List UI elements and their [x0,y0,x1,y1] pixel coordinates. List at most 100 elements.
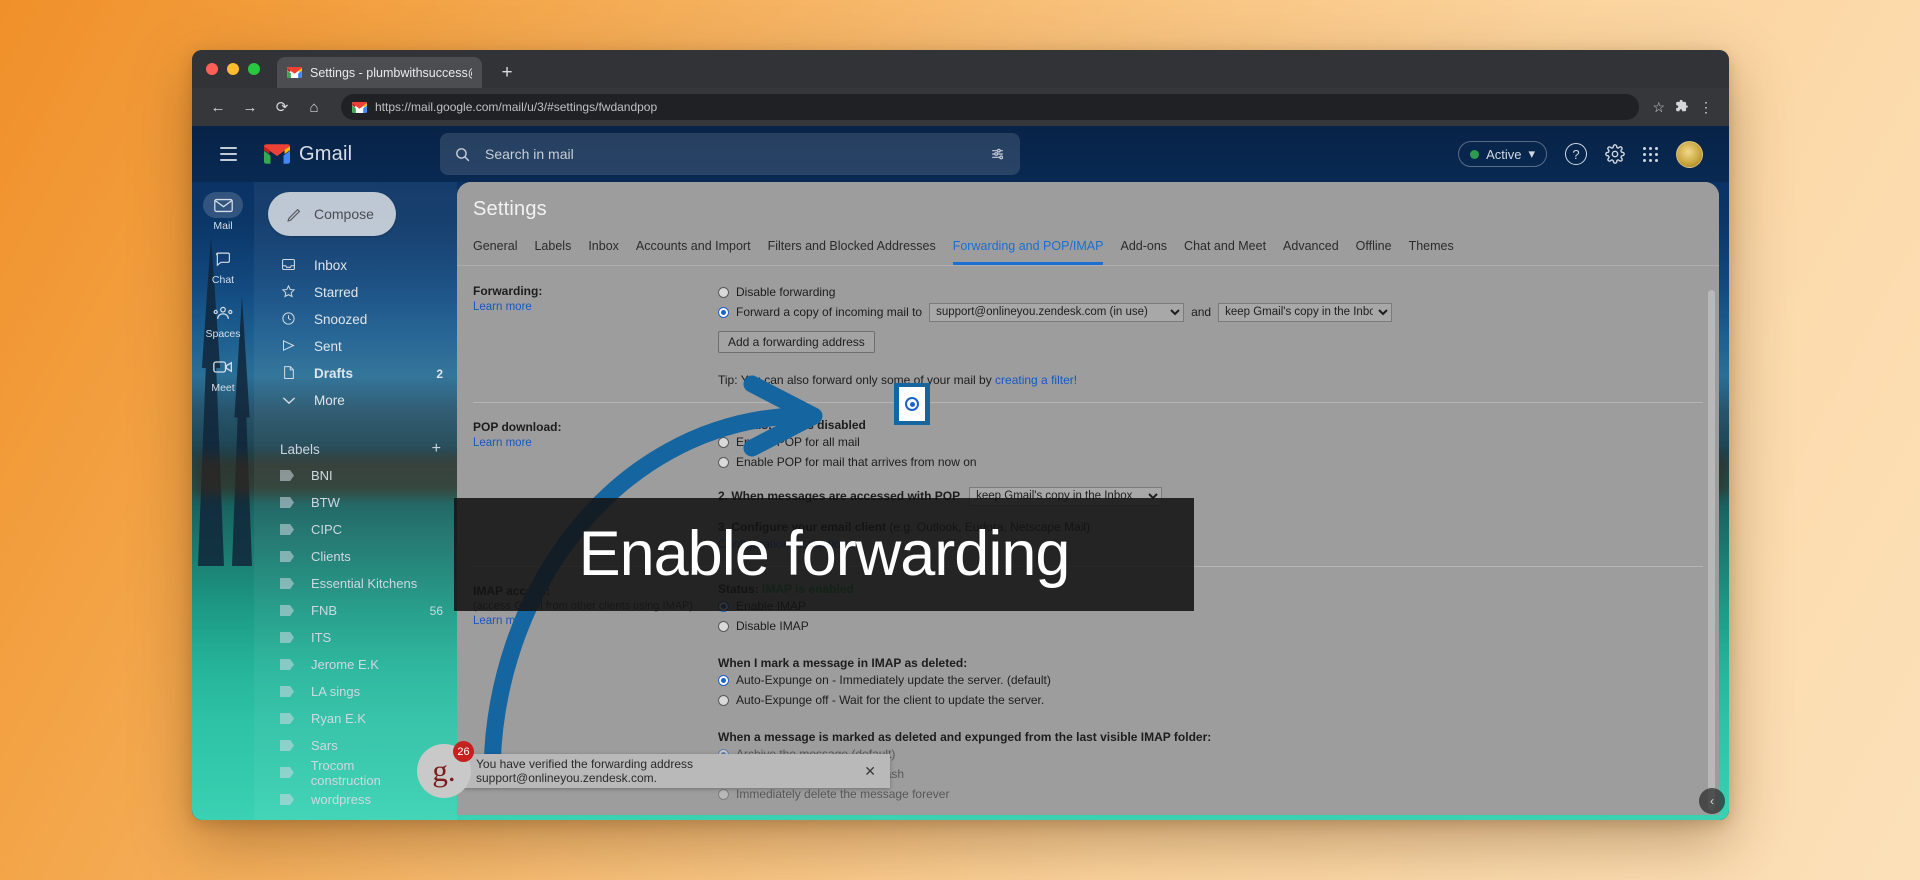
close-icon[interactable]: ✕ [864,763,876,780]
highlighted-radio-icon[interactable] [905,397,919,411]
forward-copy-radio[interactable] [718,306,729,318]
browser-tab[interactable]: Settings - plumbwithsuccess@gm [277,57,482,88]
forward-icon[interactable]: → [236,93,264,121]
sidebar-item-mail[interactable]: Mail [196,192,250,232]
forwarding-section: Forwarding: Learn more Disable forwardin… [457,280,1719,387]
list-item[interactable]: Ryan E.K [254,705,457,732]
list-item[interactable]: LA sings [254,678,457,705]
sidebar-item-sent[interactable]: Sent [254,333,457,360]
pop-learn-more-link[interactable]: Learn more [473,437,532,449]
settings-panel: Settings General Labels Inbox Accounts a… [457,182,1719,815]
search-placeholder: Search in mail [485,146,574,162]
gmail-body: Mail Chat Spaces Meet Compose Inbox Star… [192,182,1729,820]
pop-enable-from-now-radio[interactable] [718,456,729,468]
configuration-instructions-link[interactable]: Configuration instructions [718,537,853,551]
sidebar-item-spaces[interactable]: Spaces [196,300,250,340]
reload-icon[interactable]: ⟳ [268,93,296,121]
help-icon[interactable]: ? [1565,143,1587,165]
list-item[interactable]: BNI [254,462,457,489]
forward-copy-option[interactable]: Forward a copy of incoming mail to suppo… [718,302,1719,322]
imap-disable-radio[interactable] [718,620,729,632]
disable-forwarding-option[interactable]: Disable forwarding [718,282,1719,302]
spaces-icon [203,300,243,326]
collapse-panel-button[interactable]: ‹ [1699,788,1725,814]
list-item[interactable]: CIPC [254,516,457,543]
sidebar-item-meet[interactable]: Meet [196,354,250,394]
home-icon[interactable]: ⌂ [300,93,328,121]
sidebar-label: More [314,393,345,408]
imap-enable-radio[interactable] [718,600,729,612]
tab-offline[interactable]: Offline [1356,239,1392,265]
add-forwarding-address-button[interactable]: Add a forwarding address [718,331,875,353]
pop-enable-all-option[interactable]: Enable POP for all mail [718,432,1719,452]
search-input[interactable]: Search in mail [440,133,1020,175]
forwarding-copy-action-select[interactable]: keep Gmail's copy in the Inbox [1218,302,1393,322]
extensions-icon[interactable] [1675,99,1689,116]
imap-enable-option[interactable]: Enable IMAP [718,596,1719,616]
tab-inbox[interactable]: Inbox [588,239,619,265]
pop-enable-from-now-option[interactable]: Enable POP for mail that arrives from no… [718,452,1719,472]
maximize-window-button[interactable] [248,63,260,75]
pop-copy-action-select[interactable]: keep Gmail's copy in the Inbox [969,486,1163,506]
status-badge[interactable]: Active ▾ [1458,141,1547,167]
settings-gear-icon[interactable] [1605,144,1625,164]
sidebar-label: Starred [314,285,359,300]
gmail-favicon-icon [287,67,302,78]
auto-expunge-off-option[interactable]: Auto-Expunge off - Wait for the client t… [718,690,1719,710]
avatar[interactable] [1676,140,1703,168]
list-item[interactable]: Essential Kitchens [254,570,457,597]
sidebar-item-starred[interactable]: Starred [254,279,457,306]
window-controls[interactable] [206,63,260,75]
forwarding-learn-more-link[interactable]: Learn more [473,301,532,313]
sidebar-item-chat[interactable]: Chat [196,246,250,286]
sidebar-item-more[interactable]: More [254,387,457,414]
minimize-window-button[interactable] [227,63,239,75]
google-apps-icon[interactable] [1643,146,1658,162]
main-menu-icon[interactable] [206,132,250,176]
tab-themes[interactable]: Themes [1409,239,1454,265]
list-item[interactable]: ITS [254,624,457,651]
tab-advanced[interactable]: Advanced [1283,239,1339,265]
tab-accounts-and-import[interactable]: Accounts and Import [636,239,751,265]
tab-labels[interactable]: Labels [534,239,571,265]
auto-expunge-off-radio[interactable] [718,694,729,706]
add-label-icon[interactable]: + [432,440,457,458]
tab-general[interactable]: General [473,239,517,265]
settings-scrollbar[interactable] [1708,290,1715,810]
forwarding-address-select[interactable]: support@onlineyou.zendesk.com (in use) [929,302,1185,322]
auto-expunge-on-radio[interactable] [718,674,729,686]
gmail-logo[interactable]: Gmail [264,143,418,166]
new-tab-button[interactable]: + [496,63,518,82]
sidebar-item-snoozed[interactable]: Snoozed [254,306,457,333]
chat-avatar-badge[interactable]: g. 26 [417,741,474,798]
tab-chat-and-meet[interactable]: Chat and Meet [1184,239,1266,265]
imap-disable-option[interactable]: Disable IMAP [718,616,1719,636]
label-name: Jerome E.K [311,657,379,672]
tab-forwarding-and-pop-imap[interactable]: Forwarding and POP/IMAP [952,239,1104,265]
pencil-icon [287,208,301,222]
close-window-button[interactable] [206,63,218,75]
tab-filters-and-blocked-addresses[interactable]: Filters and Blocked Addresses [768,239,936,265]
auto-expunge-on-option[interactable]: Auto-Expunge on - Immediately update the… [718,670,1719,690]
imap-label: IMAP access: [473,584,551,598]
status-dot-icon [1470,149,1480,159]
back-icon[interactable]: ← [204,93,232,121]
pop-enable-all-radio[interactable] [718,436,729,448]
sidebar-item-drafts[interactable]: Drafts 2 [254,360,457,387]
auto-expunge-off-label: Auto-Expunge off - Wait for the client t… [736,693,1045,707]
disable-forwarding-radio[interactable] [718,286,729,298]
address-bar[interactable]: https://mail.google.com/mail/u/3/#settin… [341,94,1640,120]
imap-learn-more-link[interactable]: Learn more [473,615,532,627]
compose-button[interactable]: Compose [268,192,396,236]
delete-forever-radio[interactable] [718,788,729,800]
list-item[interactable]: Clients [254,543,457,570]
sidebar-item-inbox[interactable]: Inbox [254,252,457,279]
browser-menu-icon[interactable]: ⋮ [1699,99,1713,116]
list-item[interactable]: Jerome E.K [254,651,457,678]
list-item[interactable]: BTW [254,489,457,516]
bookmark-star-icon[interactable]: ☆ [1652,99,1665,116]
creating-a-filter-link[interactable]: creating a filter! [995,373,1077,387]
tab-add-ons[interactable]: Add-ons [1120,239,1167,265]
pop-step3-label: 3. Configure your email client [718,520,887,534]
list-item[interactable]: FNB 56 [254,597,457,624]
